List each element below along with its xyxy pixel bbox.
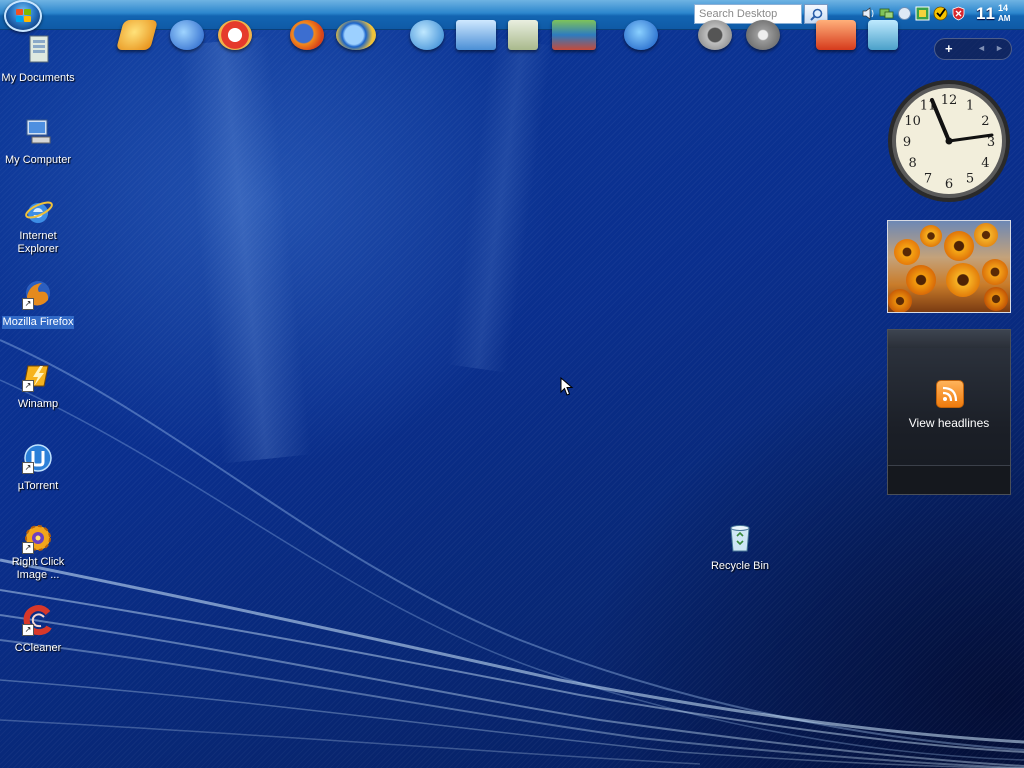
clock-number: 2 <box>981 114 989 129</box>
ccleaner-icon: ↗ <box>22 604 54 636</box>
wallpaper-waves <box>0 339 1024 768</box>
recycle-bin-icon <box>724 522 756 554</box>
desktop-icon-my-documents[interactable]: My Documents <box>0 34 76 86</box>
bluetooth-icon[interactable] <box>897 6 912 21</box>
internet-explorer-icon <box>22 196 54 228</box>
desktop-icon-ccleaner[interactable]: ↗ CCleaner <box>0 604 76 656</box>
winamp-icon: ↗ <box>22 360 54 392</box>
rss-icon <box>936 380 964 408</box>
desktop-icon-label: µTorrent <box>17 480 59 492</box>
taskbar-clock-hour[interactable]: 11 <box>976 4 996 24</box>
antivirus-shield-icon[interactable] <box>951 6 966 21</box>
taskbar-clock-ampm: AM <box>998 14 1011 23</box>
desktop-icon-utorrent[interactable]: ↗ µTorrent <box>0 442 76 494</box>
clock-number: 9 <box>903 135 911 150</box>
volume-icon[interactable] <box>861 6 876 21</box>
desktop-icon-label: Winamp <box>17 398 59 410</box>
clock-number: 6 <box>945 177 953 192</box>
slideshow-gadget[interactable] <box>887 220 1011 313</box>
opera-icon[interactable] <box>218 20 252 50</box>
media-player-icon[interactable] <box>170 20 204 50</box>
desktop-icon-internet-explorer[interactable]: Internet Explorer <box>0 196 76 257</box>
shortcut-arrow-icon: ↗ <box>22 298 34 310</box>
wallpaper-light-beam <box>447 37 553 373</box>
security-center-icon[interactable] <box>915 6 930 21</box>
utorrent-icon: ↗ <box>22 442 54 474</box>
desktop-icon-label: Mozilla Firefox <box>1 316 75 329</box>
view-headlines-link[interactable]: View headlines <box>888 416 1010 430</box>
shortcut-arrow-icon: ↗ <box>22 624 34 636</box>
gear-icon: ↗ <box>22 522 54 554</box>
firefox-icon: ↗ <box>22 278 54 310</box>
clock-gadget[interactable]: 12 1234567891011 <box>886 78 1012 204</box>
computer-icon <box>22 116 54 148</box>
disc-icon[interactable] <box>746 20 780 50</box>
clock-number: 4 <box>981 156 989 171</box>
globe-icon[interactable] <box>410 20 444 50</box>
shortcut-arrow-icon: ↗ <box>22 542 34 554</box>
desktop-icon-winamp[interactable]: ↗ Winamp <box>0 360 76 412</box>
desktop-icon-label: Right Click Image ... <box>11 556 65 581</box>
desktop-icon-label: Internet Explorer <box>17 230 59 255</box>
clock-number: 1 <box>966 99 974 114</box>
internet-explorer-icon[interactable] <box>336 20 376 50</box>
clock-number: 7 <box>924 171 932 186</box>
feed-footer-band <box>888 465 1010 494</box>
slideshow-photo <box>894 239 920 265</box>
norton-icon[interactable] <box>933 6 948 21</box>
shortcut-arrow-icon: ↗ <box>22 462 34 474</box>
network-icon[interactable] <box>879 6 894 21</box>
recycle-icon[interactable] <box>868 20 898 50</box>
documents-folder-icon <box>22 34 54 66</box>
firefox-icon[interactable] <box>290 20 324 50</box>
next-gadget-button[interactable]: ► <box>995 43 1004 53</box>
taskbar-clock-minute: 14 <box>998 3 1009 13</box>
clock-number: 12 <box>941 93 958 108</box>
desktop-icon-label: Recycle Bin <box>710 560 770 572</box>
start-button[interactable] <box>4 0 42 32</box>
mail-icon[interactable] <box>816 20 856 50</box>
notepad-icon[interactable] <box>508 20 538 50</box>
feed-headlines-gadget[interactable]: View headlines <box>887 329 1011 495</box>
desktop-icon-mozilla-firefox[interactable]: ↗ Mozilla Firefox <box>0 278 76 330</box>
windows-flag-icon <box>16 9 32 23</box>
desktop-icon-recycle-bin[interactable]: Recycle Bin <box>702 522 778 574</box>
speaker-icon[interactable] <box>698 20 732 50</box>
clock-number: 8 <box>908 156 916 171</box>
mouse-cursor-icon <box>560 377 574 396</box>
wallpaper-texture <box>0 0 1024 768</box>
feed-header-band <box>888 330 1010 348</box>
clock-number: 5 <box>966 171 974 186</box>
add-gadget-button[interactable]: + <box>945 41 953 56</box>
wallpaper-light-beam <box>178 36 312 464</box>
sidebar-toolbar: + ◄ ► <box>934 38 1012 60</box>
desktop-icon-label: CCleaner <box>14 642 62 654</box>
winamp-icon[interactable] <box>115 20 159 50</box>
desktop-icon-right-click-image[interactable]: ↗ Right Click Image ... <box>0 522 76 583</box>
desktop-icon-label: My Documents <box>1 72 75 84</box>
books-icon[interactable] <box>552 20 596 50</box>
monitor-icon[interactable] <box>456 20 496 50</box>
desktop-icon-label: My Computer <box>4 154 72 166</box>
desktop-icon-my-computer[interactable]: My Computer <box>0 116 76 168</box>
clock-number: 3 <box>987 135 995 150</box>
clock-number: 10 <box>904 114 921 129</box>
shortcut-arrow-icon: ↗ <box>22 380 34 392</box>
utorrent-icon[interactable] <box>624 20 658 50</box>
previous-gadget-button[interactable]: ◄ <box>977 43 986 53</box>
